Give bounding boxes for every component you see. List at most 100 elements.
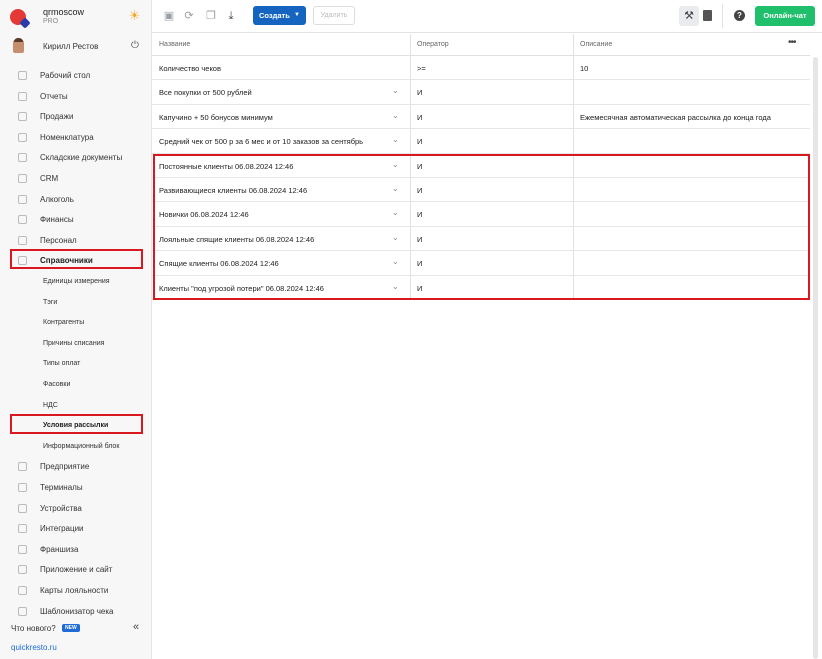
sidebar-item-label: Устройства xyxy=(40,503,82,513)
tools-icon[interactable]: ⚒ xyxy=(679,6,699,26)
divider xyxy=(722,4,723,28)
copy-icon[interactable]: ❐ xyxy=(205,10,217,22)
finance-icon xyxy=(18,215,27,225)
sidebar-subitem[interactable]: Фасовки xyxy=(0,375,152,395)
table-row[interactable]: Капучино + 50 бонусов минимум ⌄ И Ежемесячн… xyxy=(152,105,810,130)
chevron-down-icon[interactable]: ⌄ xyxy=(392,111,399,120)
sidebar-item[interactable]: Складские документы xyxy=(0,148,152,168)
sidebar-item-label: Предприятие xyxy=(40,462,90,472)
logout-power-icon[interactable]: ⏻ xyxy=(131,40,139,51)
cell-description: 10 xyxy=(580,64,589,73)
cell-description: Ежемесячная автоматическая рассылка до к… xyxy=(580,112,771,122)
sidebar-subitem[interactable]: Тэги xyxy=(0,293,152,313)
sidebar-item-label: Единицы измерения xyxy=(43,278,110,285)
user-name: Кирилл Рестов xyxy=(43,42,99,51)
help-icon[interactable]: ? xyxy=(734,10,745,21)
brand-plan: PRO xyxy=(43,18,59,25)
column-header-name[interactable]: Название xyxy=(159,41,190,48)
table-row[interactable]: Все покупки от 500 рублей ⌄ И xyxy=(152,80,810,105)
sidebar-item[interactable]: Интеграции xyxy=(0,519,152,539)
sidebar-item-label: Интеграции xyxy=(40,524,84,534)
sidebar-item-label: Шаблонизатор чека xyxy=(40,606,114,616)
collapse-sidebar-icon[interactable]: « xyxy=(133,621,139,633)
sidebar-item[interactable]: Отчеты xyxy=(0,87,152,107)
sidebar-item-label: Продажи xyxy=(40,112,74,122)
brand-header[interactable]: qrmoscow PRO ☀ xyxy=(0,0,152,34)
cell-name: Средний чек от 500 р за 6 мес и от 10 за… xyxy=(159,137,364,147)
receipt-icon xyxy=(18,606,27,616)
save-icon[interactable]: ▣ xyxy=(163,10,175,22)
delete-button[interactable]: Удалить xyxy=(313,6,355,25)
avatar xyxy=(13,38,24,53)
chevron-down-icon[interactable]: ⌄ xyxy=(392,135,399,144)
nomenclature-icon xyxy=(18,132,27,142)
alcohol-icon xyxy=(18,194,27,204)
sidebar-item[interactable]: Устройства xyxy=(0,499,152,519)
table-header: Название Оператор Описание ••• xyxy=(152,34,810,56)
integrations-icon xyxy=(18,524,27,534)
crm-icon xyxy=(18,174,27,183)
cell-name: Все покупки от 500 рублей xyxy=(159,88,252,98)
sidebar-subitem[interactable]: Типы оплат xyxy=(0,354,152,374)
sidebar-item[interactable]: Приложение и сайт xyxy=(0,560,152,580)
loyalty-icon xyxy=(18,586,27,595)
sidebar-item[interactable]: Алкоголь xyxy=(0,190,152,210)
create-button-label: Создать xyxy=(259,11,290,20)
app-icon xyxy=(18,565,27,575)
site-link[interactable]: quickresto.ru xyxy=(11,643,57,652)
franchise-icon xyxy=(18,544,27,554)
scrollbar[interactable] xyxy=(813,57,818,659)
sidebar-item[interactable]: Шаблонизатор чека xyxy=(0,602,152,622)
staff-icon xyxy=(18,235,27,245)
highlight-box xyxy=(10,414,143,435)
sidebar-item[interactable]: Номенклатура xyxy=(0,128,152,148)
sidebar-item-label: Алкоголь xyxy=(40,194,74,204)
enterprise-icon xyxy=(18,462,27,472)
theme-sun-icon[interactable]: ☀ xyxy=(128,9,141,22)
sidebar-item-label: Терминалы xyxy=(40,483,83,492)
sidebar-item[interactable]: Персонал xyxy=(0,231,152,251)
sidebar-subitem[interactable]: Информационный блок xyxy=(0,437,152,457)
sidebar-item[interactable]: Предприятие xyxy=(0,457,152,477)
download-icon[interactable]: ⤓ xyxy=(225,10,237,22)
column-header-operator[interactable]: Оператор xyxy=(417,41,449,48)
chevron-down-icon[interactable]: ⌄ xyxy=(392,86,399,95)
sidebar-subitem[interactable]: Контрагенты xyxy=(0,313,152,333)
sidebar-item-label: НДС xyxy=(43,401,58,409)
sidebar-item[interactable]: Карты лояльности xyxy=(0,581,152,601)
whats-new-link[interactable]: Что нового? xyxy=(11,624,56,633)
sidebar-item-label: Тэги xyxy=(43,298,58,306)
sales-icon xyxy=(18,112,27,122)
trash-icon[interactable] xyxy=(703,10,712,21)
more-options-icon[interactable]: ••• xyxy=(788,37,796,48)
sidebar-item[interactable]: CRM xyxy=(0,169,152,189)
sidebar-subitem[interactable]: Единицы измерения xyxy=(0,272,152,292)
column-header-description[interactable]: Описание xyxy=(580,41,612,48)
user-profile[interactable]: Кирилл Рестов ⏻ xyxy=(0,36,152,58)
cell-operator: И xyxy=(417,88,423,98)
sidebar-item-label: Контрагенты xyxy=(43,319,85,327)
toolbar: ▣ ⟳ ❐ ⤓ Создать ▼ Удалить ⚒ ? Онлайн-чат xyxy=(152,0,822,33)
highlight-box xyxy=(10,249,143,270)
sidebar-subitem[interactable]: Причины списания xyxy=(0,334,152,354)
sidebar-item[interactable]: Рабочий стол xyxy=(0,66,152,86)
table-row[interactable]: Средний чек от 500 р за 6 мес и от 10 за… xyxy=(152,129,810,154)
cell-operator: >= xyxy=(417,64,426,73)
online-chat-button[interactable]: Онлайн-чат xyxy=(755,6,815,26)
create-button[interactable]: Создать ▼ xyxy=(253,6,306,25)
refresh-icon[interactable]: ⟳ xyxy=(183,10,195,22)
sidebar-item-label: Франшиза xyxy=(40,544,79,554)
dashboard-icon xyxy=(18,71,27,80)
sidebar-item[interactable]: Терминалы xyxy=(0,478,152,498)
sidebar-item-label: Номенклатура xyxy=(40,132,94,142)
reports-icon xyxy=(18,91,27,101)
sidebar-item-label: Складские документы xyxy=(40,153,123,163)
sidebar-item[interactable]: Франшиза xyxy=(0,540,152,560)
sidebar-item[interactable]: Продажи xyxy=(0,107,152,127)
sidebar-item-label: Рабочий стол xyxy=(40,71,91,80)
sidebar-subitem[interactable]: НДС xyxy=(0,396,152,416)
sidebar-item[interactable]: Финансы xyxy=(0,210,152,230)
cell-operator: И xyxy=(417,137,423,147)
sidebar-item-label: Информационный блок xyxy=(43,442,120,450)
table-row[interactable]: Количество чеков >= 10 xyxy=(152,56,810,81)
